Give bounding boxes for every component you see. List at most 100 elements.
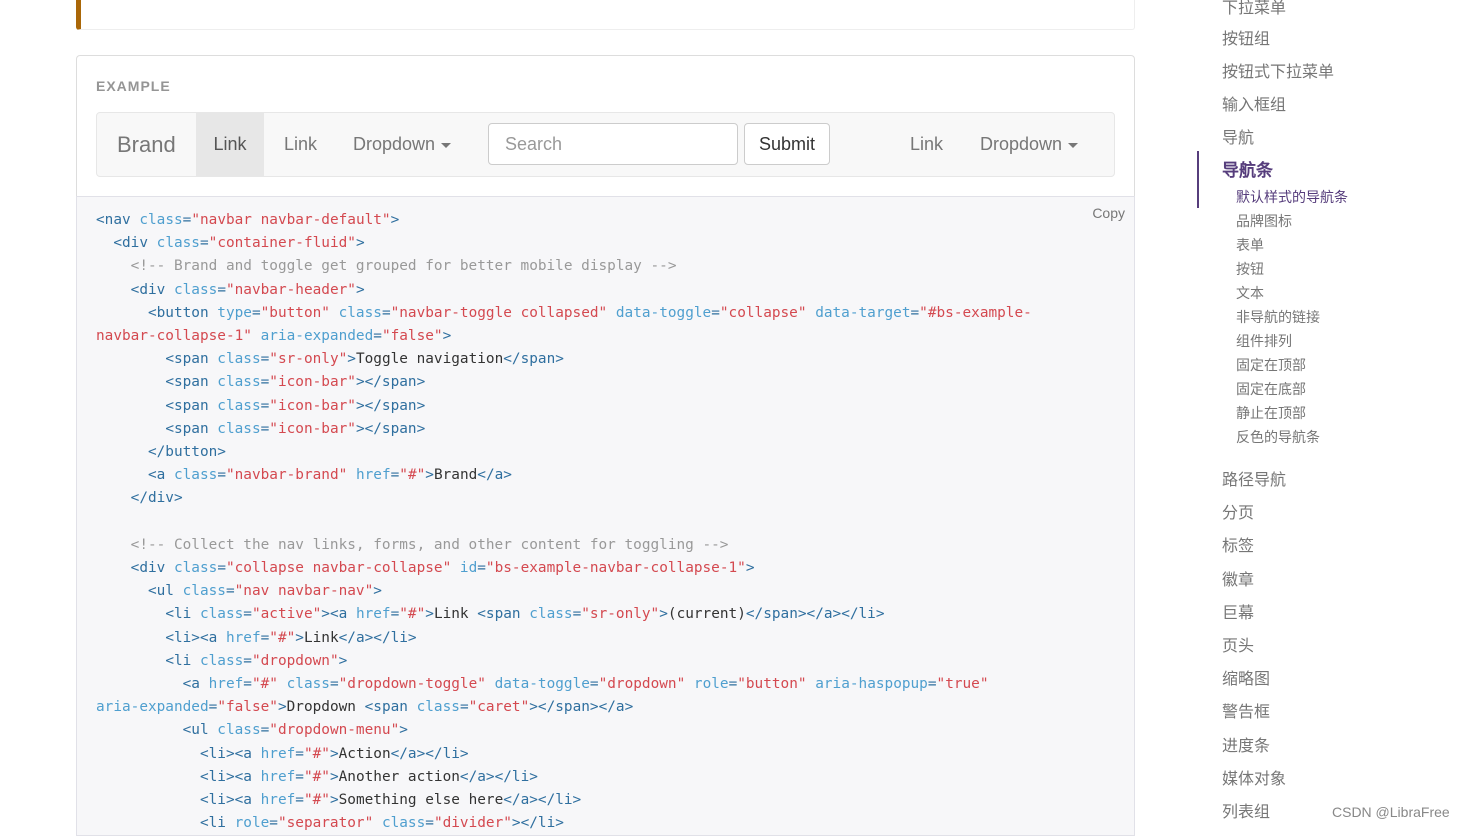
sidebar-item[interactable]: 按钮式下拉菜单 — [1222, 58, 1334, 82]
code-line: <li><a href="#">Another action</a></li> — [96, 769, 538, 785]
code-token: <li — [165, 606, 200, 623]
code-token: "#bs-example- — [919, 304, 1032, 321]
code-line: <a class="navbar-brand" href="#">Brand</… — [96, 467, 512, 483]
nav-dropdown[interactable]: Dropdown — [353, 113, 452, 176]
code-token: <div — [113, 235, 157, 252]
code-token: <span — [477, 606, 530, 623]
code-token: aria-expanded — [96, 699, 209, 716]
code-token: "navbar-header" — [225, 281, 356, 298]
code-token: <li><a — [165, 629, 226, 646]
sidebar-subitem[interactable]: 品牌图标 — [1236, 211, 1292, 231]
sidebar-item[interactable]: 缩略图 — [1222, 665, 1270, 689]
code-token: "button" — [737, 676, 807, 693]
sidebar-subitem[interactable]: 反色的导航条 — [1236, 427, 1320, 447]
sidebar-subitem[interactable]: 固定在顶部 — [1236, 355, 1306, 375]
code-token: </a> — [477, 467, 512, 484]
code-token: = — [243, 676, 252, 693]
sidebar-subitem[interactable]: 固定在底部 — [1236, 379, 1306, 399]
code-token: <a — [182, 676, 209, 693]
code-token: = — [295, 745, 304, 762]
code-token: Link — [303, 629, 339, 646]
code-token: "icon-bar" — [269, 397, 356, 414]
sidebar-subitem[interactable]: 默认样式的导航条 — [1236, 187, 1348, 207]
navbar-brand[interactable]: Brand — [117, 113, 176, 176]
code-token: href — [225, 629, 261, 646]
code-token: > — [425, 467, 434, 484]
code-token: <div — [130, 281, 174, 298]
sidebar-subitem[interactable]: 文本 — [1236, 283, 1264, 303]
nav-link[interactable]: Link — [284, 113, 317, 176]
code-token: <ul — [147, 583, 183, 600]
code-token: "#" — [303, 768, 330, 785]
code-line: <a href="#" class="dropdown-toggle" data… — [96, 676, 989, 692]
code-token: = — [425, 815, 434, 832]
code-token: <span — [364, 699, 417, 716]
sidebar-item[interactable]: 媒体对象 — [1222, 765, 1286, 789]
code-token: "navbar navbar-default" — [191, 212, 391, 228]
code-token: Dropdown — [286, 699, 365, 716]
sidebar-item[interactable]: 输入框组 — [1222, 91, 1286, 115]
sidebar-subitem[interactable]: 按钮 — [1236, 259, 1264, 279]
nav-link-right[interactable]: Link — [910, 113, 943, 176]
code-token: class — [381, 815, 426, 832]
code-token: = — [381, 304, 391, 321]
code-token: <span — [165, 374, 218, 391]
code-token: = — [217, 467, 226, 484]
sidebar-subitem[interactable]: 静止在顶部 — [1236, 403, 1306, 423]
code-token: > — [329, 768, 339, 785]
code-token: <li — [199, 815, 235, 832]
code-line: <!-- Collect the nav links, forms, and o… — [96, 536, 729, 553]
copy-button[interactable]: Copy — [1092, 205, 1125, 221]
code-token: = — [260, 420, 270, 437]
sidebar-subitem[interactable]: 表单 — [1236, 235, 1264, 255]
code-token: <!-- Collect the nav links, forms, and o… — [130, 536, 729, 553]
code-token: </a></li> — [459, 768, 538, 785]
code-line: <div class="container-fluid"> — [96, 235, 364, 252]
sidebar-item[interactable]: 路径导航 — [1222, 466, 1286, 490]
code-token: <a — [147, 467, 174, 484]
sidebar-item[interactable]: 页头 — [1222, 632, 1254, 656]
nav-link-active[interactable]: Link — [196, 113, 264, 176]
sidebar-item[interactable]: 警告框 — [1222, 698, 1270, 722]
sidebar-item[interactable]: 进度条 — [1222, 732, 1270, 756]
code-token: href — [355, 606, 391, 623]
sidebar-item-active[interactable]: 导航条 — [1222, 156, 1273, 181]
code-token: "#" — [251, 676, 278, 693]
sidebar-subitem[interactable]: 组件排列 — [1236, 331, 1292, 351]
code-token: = — [477, 560, 486, 577]
sidebar-item[interactable]: 下拉菜单 — [1222, 0, 1286, 18]
code-token: "#" — [303, 745, 330, 762]
code-token: </a></li> — [390, 745, 469, 762]
sidebar-item[interactable]: 标签 — [1222, 532, 1254, 556]
code-token: <nav — [96, 212, 140, 228]
sidebar-item[interactable]: 徽章 — [1222, 566, 1254, 590]
code-token: = — [927, 676, 937, 693]
code-token: = — [260, 629, 270, 646]
code-token: = — [295, 792, 304, 809]
search-input[interactable] — [488, 123, 738, 165]
sidebar-subitem[interactable]: 非导航的链接 — [1236, 307, 1320, 327]
code-token: = — [295, 768, 304, 785]
code-token: ></span> — [355, 397, 426, 414]
sidebar-item[interactable]: 按钮组 — [1222, 25, 1270, 49]
sidebar-item[interactable]: 分页 — [1222, 499, 1254, 523]
submit-button[interactable]: Submit — [744, 123, 830, 165]
sidebar-item[interactable]: 导航 — [1222, 124, 1254, 148]
code-token: <li><a — [199, 792, 261, 809]
sidebar-item[interactable]: 巨幕 — [1222, 599, 1254, 623]
code-line: <li><a href="#">Action</a></li> — [96, 746, 469, 762]
code-token: class — [217, 351, 261, 368]
nav-dropdown-right[interactable]: Dropdown — [980, 113, 1079, 176]
code-token: <div — [130, 560, 174, 577]
sidebar-item[interactable]: 列表组 — [1222, 798, 1270, 822]
